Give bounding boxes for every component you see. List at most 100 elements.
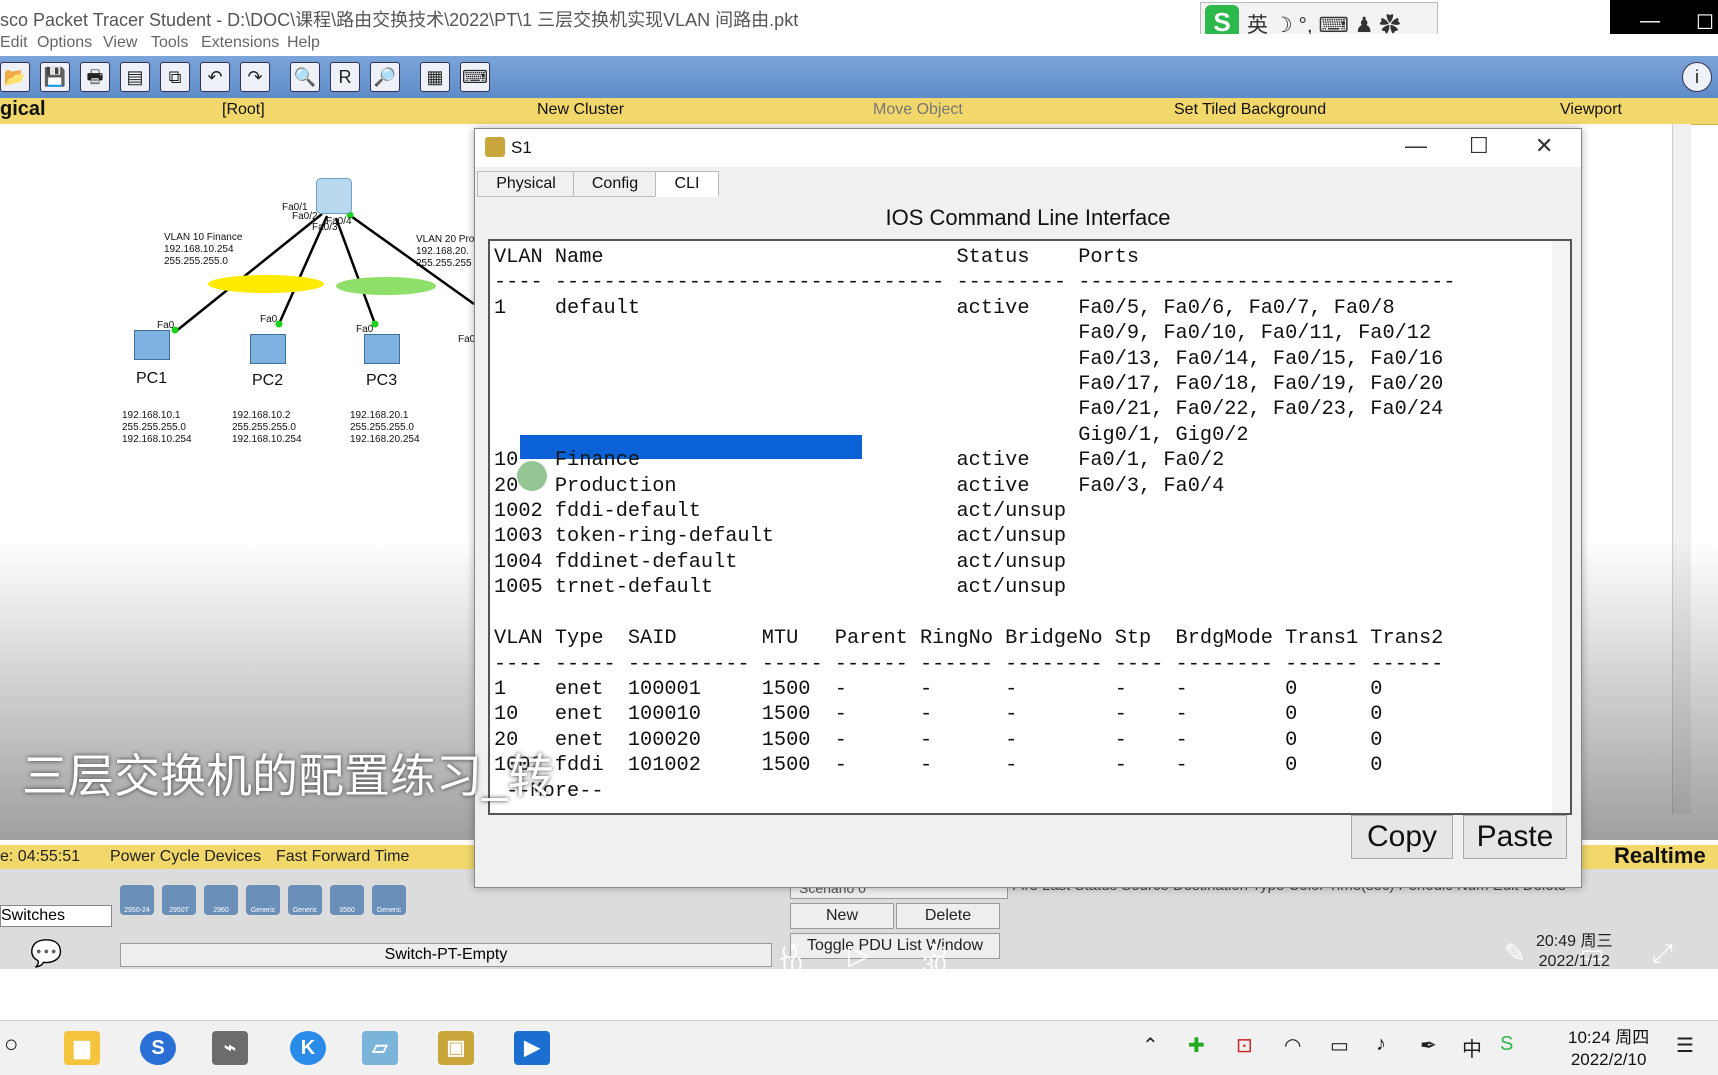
- vlan10-label: VLAN 10 Finance 192.168.10.254 255.255.255…: [164, 232, 243, 267]
- pc2-port-label: Fa0: [260, 314, 278, 325]
- zoom-reset-icon[interactable]: R: [330, 62, 360, 92]
- device-category-label[interactable]: Switches: [0, 905, 112, 927]
- move-object-button[interactable]: Move Object: [873, 101, 963, 119]
- menu-options[interactable]: Options: [37, 34, 92, 52]
- tab-cli[interactable]: CLI: [655, 171, 719, 197]
- play-icon[interactable]: ▷: [848, 938, 870, 971]
- dialog-title-bar: S1 — ☐ ✕: [475, 129, 1581, 167]
- pc1-icon[interactable]: [134, 330, 170, 360]
- dialog-title: S1: [511, 138, 532, 157]
- tray-app-icon[interactable]: ✚: [1188, 1033, 1205, 1058]
- vlan20-label: VLAN 20 Prod 192.168.20. 255.255.255: [416, 234, 480, 269]
- dialog-minimize-icon[interactable]: —: [1405, 133, 1427, 159]
- switch-generic-icon[interactable]: Generic: [372, 885, 406, 915]
- paste-button[interactable]: Paste: [1463, 815, 1567, 859]
- info-icon[interactable]: i: [1682, 62, 1712, 92]
- volume-icon[interactable]: ♪: [1376, 1033, 1386, 1056]
- notepad-icon[interactable]: ▱: [362, 1031, 398, 1065]
- multilayer-switch-icon[interactable]: [316, 178, 352, 214]
- app-title: sco Packet Tracer Student - D:\DOC\课程\路由…: [0, 10, 799, 30]
- terminal-scrollbar[interactable]: [1552, 241, 1570, 813]
- sogou-browser-icon[interactable]: S: [140, 1031, 176, 1065]
- sogou-tray-icon[interactable]: S: [1500, 1033, 1513, 1056]
- video-player-controls: 💬 ↺ 10 ▷ ↻ 30 ✎ ▭ ⤢ 20:49 周三 2022/1/12: [0, 930, 1718, 980]
- notification-icon[interactable]: ☰: [1676, 1033, 1694, 1058]
- terminal-output[interactable]: VLAN Name Status Ports ---- ------------…: [494, 245, 1456, 804]
- extra-port-label: Fa0: [458, 334, 476, 345]
- dialog-close-icon[interactable]: ✕: [1535, 133, 1553, 159]
- menu-extensions[interactable]: Extensions: [201, 34, 279, 52]
- edit-icon[interactable]: ✎: [1504, 938, 1526, 969]
- root-button[interactable]: [Root]: [222, 101, 265, 119]
- switch-generic-icon[interactable]: Generic: [246, 885, 280, 915]
- pc1-info: 192.168.10.1 255.255.255.0 192.168.10.254: [122, 410, 192, 445]
- comment-icon[interactable]: 💬: [30, 938, 62, 969]
- pc3-icon[interactable]: [364, 334, 400, 364]
- fullscreen-icon[interactable]: ⤢: [1652, 938, 1673, 970]
- menu-view[interactable]: View: [103, 34, 137, 52]
- main-toolbar: 📂 💾 🖶 ▤ ⧉ ↶ ↷ 🔍 R 🔎 ▦ ⌨ i: [0, 56, 1718, 98]
- fast-forward-button[interactable]: Fast Forward Time: [276, 848, 409, 866]
- maximize-icon[interactable]: ☐: [1696, 10, 1714, 35]
- open-icon[interactable]: 📂: [0, 62, 30, 92]
- pc3-name: PC3: [366, 372, 398, 389]
- dialog-maximize-icon[interactable]: ☐: [1469, 133, 1489, 159]
- pc2-icon[interactable]: [250, 334, 286, 364]
- undo-icon[interactable]: ↶: [200, 62, 230, 92]
- inner-clock: 20:49 周三 2022/1/12: [1536, 933, 1613, 970]
- copy-icon[interactable]: ⧉: [160, 62, 190, 92]
- switch-2950t-icon[interactable]: 2950T: [162, 885, 196, 915]
- file-explorer-icon[interactable]: ▆: [64, 1031, 100, 1065]
- save-icon[interactable]: 💾: [40, 62, 70, 92]
- elapsed-time: e: 04:55:51: [0, 848, 81, 865]
- new-scenario-button[interactable]: New: [790, 903, 894, 929]
- menu-edit[interactable]: Edit: [0, 34, 28, 52]
- logical-tab[interactable]: gical: [0, 98, 46, 121]
- realtime-mode-label[interactable]: Realtime: [1614, 843, 1706, 869]
- tray-screen-icon[interactable]: ⊡: [1236, 1033, 1253, 1058]
- minimize-icon[interactable]: —: [1640, 10, 1660, 33]
- new-cluster-button[interactable]: New Cluster: [537, 101, 624, 119]
- workspace-bar: gical [Root] New Cluster Move Object Set…: [0, 98, 1718, 125]
- search-icon[interactable]: ○: [4, 1031, 19, 1059]
- set-tiled-background-button[interactable]: Set Tiled Background: [1174, 101, 1326, 119]
- custom-device-icon[interactable]: ⌨: [460, 62, 490, 92]
- network-tool-icon[interactable]: ⌁: [212, 1031, 248, 1065]
- viewport-button[interactable]: Viewport: [1560, 101, 1622, 119]
- k-app-icon[interactable]: K: [290, 1031, 326, 1065]
- switch-generic-icon[interactable]: Generic: [288, 885, 322, 915]
- cli-terminal[interactable]: VLAN Name Status Ports ---- ------------…: [488, 239, 1572, 815]
- tab-config[interactable]: Config: [573, 171, 657, 197]
- activity-wizard-icon[interactable]: ▤: [120, 62, 150, 92]
- forward-seconds: 30: [922, 952, 947, 977]
- taskbar-clock[interactable]: 10:24 周四 2022/2/10: [1568, 1027, 1649, 1071]
- redo-icon[interactable]: ↷: [240, 62, 270, 92]
- wifi-icon[interactable]: ◠: [1284, 1033, 1301, 1058]
- switch-2960-icon[interactable]: 2960: [204, 885, 238, 915]
- tray-chevron-icon[interactable]: ⌃: [1142, 1033, 1159, 1058]
- pc3-info: 192.168.20.1 255.255.255.0 192.168.20.254: [350, 410, 420, 445]
- power-cycle-button[interactable]: Power Cycle Devices: [110, 848, 261, 866]
- cli-heading: IOS Command Line Interface: [885, 205, 1171, 230]
- port-label: Fa0/4: [326, 216, 352, 227]
- video-subtitle: 三层交换机的配置练习_转: [22, 750, 554, 802]
- app-title-bar: sco Packet Tracer Student - D:\DOC\课程\路由…: [0, 0, 1718, 34]
- video-player-taskbar-icon[interactable]: ▶: [514, 1031, 550, 1065]
- menu-tools[interactable]: Tools: [151, 34, 188, 52]
- menu-help[interactable]: Help: [287, 34, 320, 52]
- switch-3560-icon[interactable]: 3560 24PS: [330, 885, 364, 966]
- windows-taskbar: ○ ▆ S ⌁ K ▱ ▣ ▶ ⌃ ✚ ⊡ ◠ ▭ ♪ ✒ 中 S 10:24 …: [0, 1020, 1718, 1075]
- switch-2950-24-icon[interactable]: 2950-24: [120, 885, 154, 915]
- copy-button[interactable]: Copy: [1351, 815, 1453, 859]
- delete-scenario-button[interactable]: Delete: [896, 903, 1000, 929]
- tab-physical[interactable]: Physical: [477, 171, 575, 197]
- zoom-out-icon[interactable]: 🔎: [370, 62, 400, 92]
- zoom-in-icon[interactable]: 🔍: [290, 62, 320, 92]
- packet-tracer-taskbar-icon[interactable]: ▣: [438, 1031, 474, 1065]
- battery-icon[interactable]: ▭: [1330, 1033, 1349, 1058]
- pen-icon[interactable]: ✒: [1420, 1033, 1437, 1058]
- print-icon[interactable]: 🖶: [80, 62, 110, 92]
- menu-bar: Edit Options View Tools Extensions Help: [0, 34, 1718, 56]
- palette-icon[interactable]: ▦: [420, 62, 450, 92]
- ime-chinese-icon[interactable]: 中: [1462, 1033, 1482, 1062]
